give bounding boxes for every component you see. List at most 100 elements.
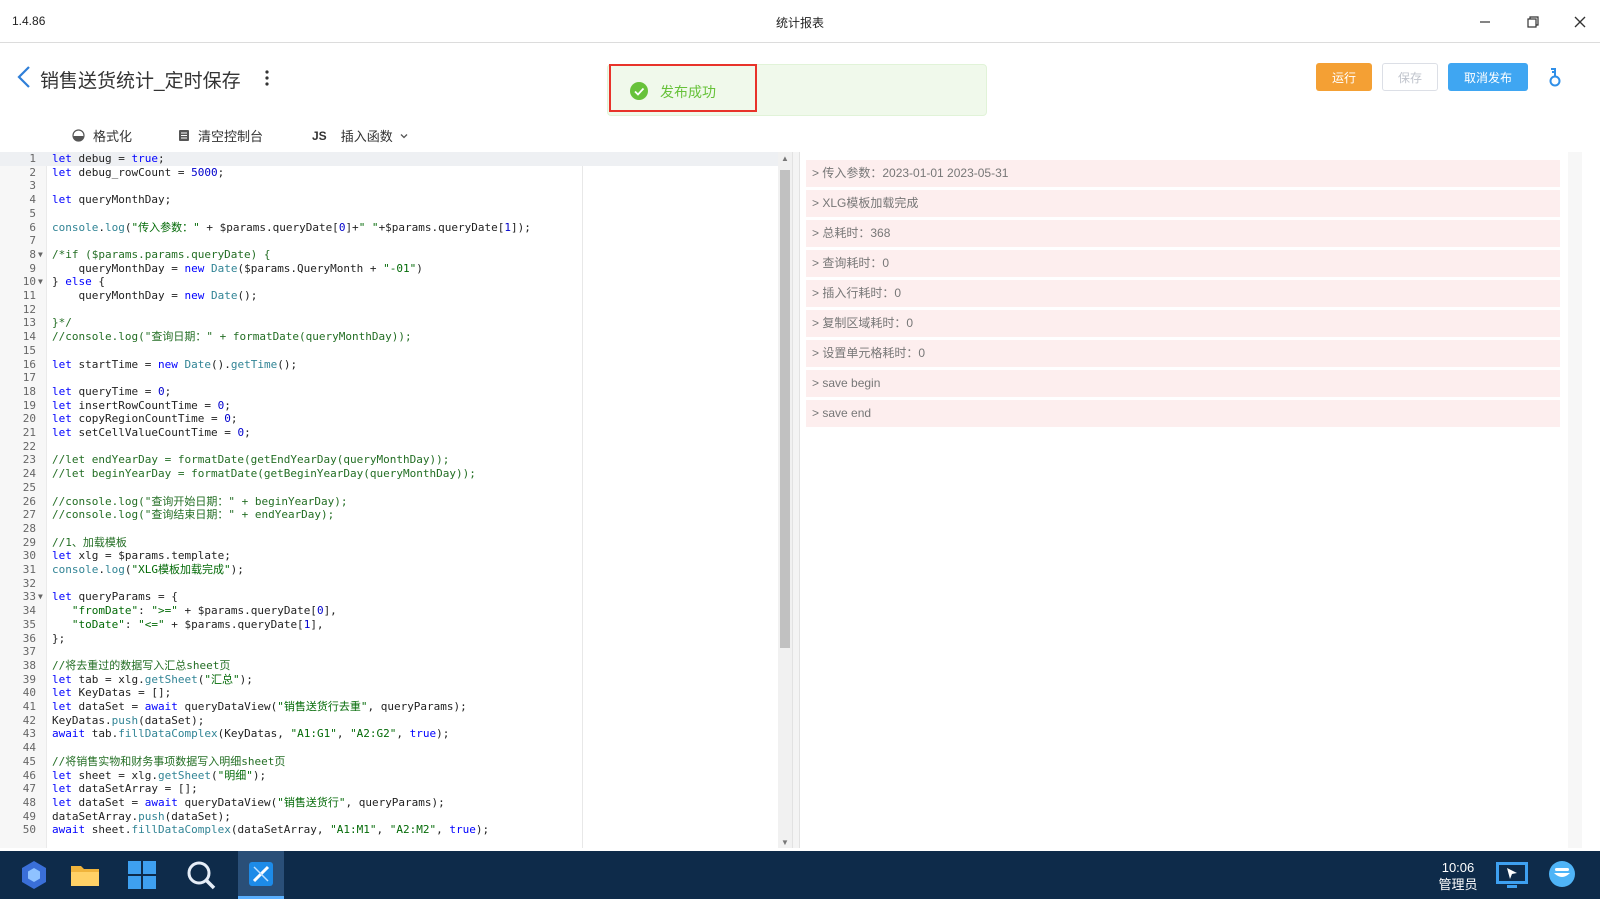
code-line[interactable]: 29 //1、加载模板 (0, 536, 792, 550)
format-button[interactable]: 格式化 (72, 126, 132, 145)
code-line[interactable]: 14 //console.log("查询日期：" + formatDate(que… (0, 330, 792, 344)
line-number: 6 (29, 220, 36, 234)
code-line[interactable]: 25 (0, 481, 792, 495)
line-number: 3 (29, 179, 36, 193)
search-icon[interactable] (183, 857, 219, 893)
code-line[interactable]: 12 (0, 303, 792, 317)
app-launcher-icon[interactable] (16, 857, 52, 893)
code-line[interactable]: 47 let dataSetArray = []; (0, 782, 792, 796)
code-line[interactable]: 30 let xlg = $params.template; (0, 549, 792, 563)
code-line[interactable]: 9 queryMonthDay = new Date($params.Query… (0, 262, 792, 276)
fold-toggle-icon[interactable]: ▼ (38, 275, 43, 289)
code-line[interactable]: 31 console.log("XLG模板加载完成"); (0, 563, 792, 577)
remote-desktop-icon[interactable] (1494, 857, 1530, 893)
code-line[interactable]: 2 let debug_rowCount = 5000; (0, 166, 792, 180)
line-number: 37 (22, 645, 36, 659)
editor-scrollbar[interactable]: ▲ ▼ (778, 152, 792, 848)
line-number: 35 (22, 617, 36, 631)
code-line[interactable]: 8 ▼ /*if ($params.params.queryDate) { (0, 248, 792, 262)
code-line[interactable]: 6 console.log("传入参数：" + $params.queryDate… (0, 221, 792, 235)
code-line[interactable]: 28 (0, 522, 792, 536)
code-line[interactable]: 37 (0, 645, 792, 659)
code-text: await sheet.fillDataComplex(dataSetArray… (52, 823, 490, 837)
code-line[interactable]: 22 (0, 440, 792, 454)
code-line[interactable]: 39 let tab = xlg.getSheet("汇总"); (0, 673, 792, 687)
line-number: 41 (22, 700, 36, 713)
code-line[interactable]: 41 let dataSet = await queryDataView("销售送… (0, 700, 792, 714)
code-line[interactable]: 46 let sheet = xlg.getSheet("明细"); (0, 769, 792, 783)
code-line[interactable]: 10 ▼} else { (0, 275, 792, 289)
save-button[interactable]: 保存 (1382, 63, 1438, 91)
run-button[interactable]: 运行 (1316, 63, 1372, 91)
code-line[interactable]: 18 let queryTime = 0; (0, 385, 792, 399)
code-line[interactable]: 48 let dataSet = await queryDataView("销售送… (0, 796, 792, 810)
console-scrollbar[interactable] (1568, 152, 1582, 848)
console-output: > 传入参数：2023-01-01 2023-05-31 > XLG模板加载完成 >… (800, 152, 1584, 848)
code-line[interactable]: 32 (0, 577, 792, 591)
code-line[interactable]: 27 //console.log("查询结束日期：" + endYearDay); (0, 508, 792, 522)
line-number: 47 (22, 782, 36, 796)
code-line[interactable]: 36}; (0, 632, 792, 646)
scroll-up-icon[interactable]: ▲ (781, 154, 789, 163)
code-line[interactable]: 7 (0, 234, 792, 248)
code-line[interactable]: 23 //let endYearDay = formatDate(getEndYe… (0, 453, 792, 467)
code-text: let queryParams = { (52, 590, 178, 604)
code-line[interactable]: 11 queryMonthDay = new Date(); (0, 289, 792, 303)
code-text: }*/ (52, 316, 72, 330)
fold-toggle-icon[interactable]: ▼ (38, 248, 43, 262)
code-line[interactable]: 4 let queryMonthDay; (0, 193, 792, 207)
code-line[interactable]: 45 //将销售实物和财务事项数据写入明细sheet页 (0, 755, 792, 769)
report-designer-icon[interactable] (238, 851, 284, 899)
minimize-icon[interactable] (1470, 8, 1500, 36)
code-text: let xlg = $params.template; (52, 549, 231, 563)
code-line[interactable]: 13}*/ (0, 316, 792, 330)
line-number: 30 (22, 549, 36, 563)
code-text: let startTime = new Date().getTime(); (52, 357, 298, 371)
key-icon[interactable] (1546, 66, 1564, 88)
code-editor[interactable]: 1 let debug = true; 2 let debug_rowCount = … (0, 152, 792, 848)
code-line[interactable]: 3 (0, 179, 792, 193)
insert-function-label: 插入函数 (340, 129, 393, 144)
close-icon[interactable] (1565, 8, 1595, 36)
code-line[interactable]: 21 let setCellValueCountTime = 0; (0, 426, 792, 440)
cancel-publish-button[interactable]: 取消发布 (1448, 63, 1528, 91)
pane-splitter[interactable] (792, 152, 800, 848)
fold-toggle-icon[interactable]: ▼ (38, 590, 43, 604)
code-line[interactable]: 20 let copyRegionCountTime = 0; (0, 412, 792, 426)
code-line[interactable]: 5 (0, 207, 792, 221)
line-number: 1 (29, 152, 36, 165)
code-line[interactable]: 40 let KeyDatas = []; (0, 686, 792, 700)
chevron-down-icon (400, 133, 408, 138)
back-arrow-icon[interactable] (14, 64, 36, 90)
code-line[interactable]: 24 //let beginYearDay = formatDate(getBeg… (0, 467, 792, 481)
editor-scrollbar-thumb[interactable] (780, 170, 790, 648)
scroll-down-icon[interactable]: ▼ (781, 838, 789, 847)
code-line[interactable]: 16 let startTime = new Date().getTime(); (0, 358, 792, 372)
folder-icon[interactable] (67, 857, 103, 893)
code-line[interactable]: 33 ▼ let queryParams = { (0, 590, 792, 604)
code-line[interactable]: 17 (0, 371, 792, 385)
code-text: //1、加载模板 (52, 535, 127, 549)
code-text: console.log("XLG模板加载完成"); (52, 563, 244, 576)
more-vertical-icon[interactable] (262, 68, 272, 88)
code-line[interactable]: 50 await sheet.fillDataComplex(dataSetArr… (0, 823, 792, 837)
insert-function-dropdown[interactable]: JS 插入函数 (312, 126, 409, 145)
code-line[interactable]: 19 let insertRowCountTime = 0; (0, 399, 792, 413)
clear-console-button[interactable]: 清空控制台 (178, 126, 263, 145)
code-line[interactable]: 26 //console.log("查询开始日期：" + beginYearDay… (0, 495, 792, 509)
code-line[interactable]: 49 dataSetArray.push(dataSet); (0, 810, 792, 824)
restore-icon[interactable] (1518, 8, 1548, 36)
code-line[interactable]: 34 "fromDate": ">=" + $params.queryDate[… (0, 604, 792, 618)
line-number: 38 (22, 658, 36, 672)
code-line[interactable]: 44 (0, 741, 792, 755)
line-number: 22 (22, 439, 36, 453)
code-line[interactable]: 43 await tab.fillDataComplex(KeyDatas, "A… (0, 727, 792, 741)
windows-grid-icon[interactable] (124, 857, 160, 893)
code-line[interactable]: 1 let debug = true; (0, 152, 792, 166)
code-line[interactable]: 38 //将去重过的数据写入汇总sheet页 (0, 659, 792, 673)
line-number: 9 (29, 261, 36, 275)
chat-bubble-icon[interactable] (1544, 857, 1580, 893)
code-line[interactable]: 35 "toDate": "<=" + $params.queryDate[1]… (0, 618, 792, 632)
code-line[interactable]: 42 KeyDatas.push(dataSet); (0, 714, 792, 728)
code-line[interactable]: 15 (0, 344, 792, 358)
